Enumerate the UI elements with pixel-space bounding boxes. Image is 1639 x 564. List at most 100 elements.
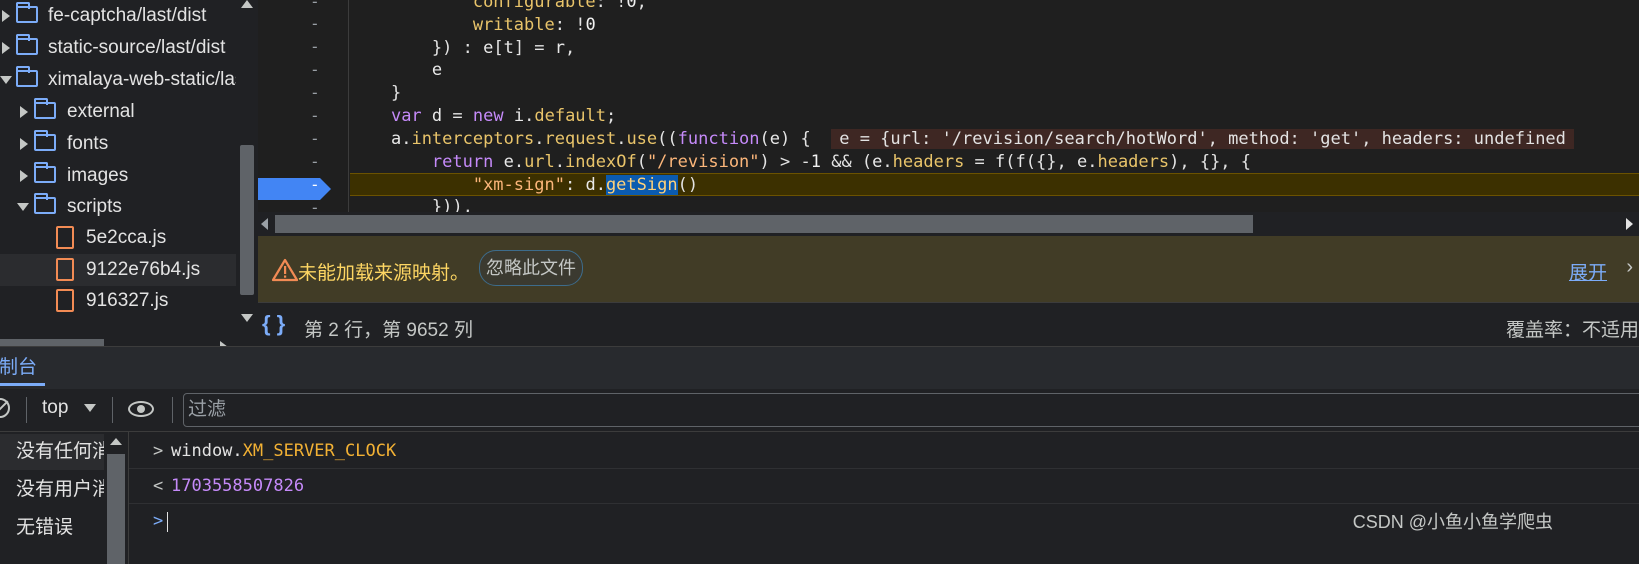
tree-item-images[interactable]: images xyxy=(0,160,236,192)
filter-input[interactable] xyxy=(183,393,1639,427)
folder-icon xyxy=(34,162,56,183)
tab-console[interactable]: 控制台 xyxy=(0,353,46,386)
scrollbar-thumb[interactable] xyxy=(275,215,1253,233)
code-line[interactable]: a.interceptors.request.use((function(e) … xyxy=(350,128,1639,151)
code-editor[interactable]: - - - - - - - - - - configurable: !0, wr… xyxy=(258,0,1639,222)
scroll-left-icon[interactable] xyxy=(261,218,268,230)
console-result-value: 1703558507826 xyxy=(171,476,305,496)
tree-item-label: 916327.js xyxy=(86,290,169,311)
scrollbar-thumb[interactable] xyxy=(240,145,254,295)
console-output[interactable]: > window.XM_SERVER_CLOCK < 1703558507826… xyxy=(129,432,1639,564)
sidebar-item-all-messages[interactable]: 没有任何消息 xyxy=(0,434,104,470)
tree-item-label: images xyxy=(67,165,129,186)
prompt-icon: > xyxy=(153,511,164,531)
live-expression-eye-icon[interactable] xyxy=(128,401,154,417)
warning-message: 未能加载来源映射。 xyxy=(298,263,470,284)
chevron-down-icon[interactable] xyxy=(17,203,29,211)
highlighted-call: getSign xyxy=(605,175,678,196)
tree-item-fonts[interactable]: fonts xyxy=(0,128,236,160)
folder-icon xyxy=(34,193,56,214)
ignore-file-button[interactable]: 忽略此文件 xyxy=(479,250,583,286)
chevron-down-icon[interactable] xyxy=(0,76,12,84)
sidebar-item-user-messages[interactable]: 没有用户消息 xyxy=(0,472,104,508)
tree-item-external[interactable]: external xyxy=(0,96,236,128)
code-line[interactable]: } xyxy=(350,82,1639,105)
folder-icon xyxy=(34,98,56,119)
expression-property: XM_SERVER_CLOCK xyxy=(242,441,397,461)
warning-icon xyxy=(272,258,298,282)
folder-icon xyxy=(16,66,38,87)
code-line-paused[interactable]: "xm-sign": d.getSign() xyxy=(350,173,1639,197)
tree-item-label: 5e2cca.js xyxy=(86,227,167,248)
tree-item-label: 9122e76b4.js xyxy=(86,259,201,280)
console-input-entry[interactable]: > window.XM_SERVER_CLOCK xyxy=(129,434,1639,469)
chevron-right-icon[interactable]: › xyxy=(1626,256,1633,279)
tree-item-label: ximalaya-web-static/last xyxy=(48,69,236,90)
toolbar-divider xyxy=(172,397,173,423)
folder-icon xyxy=(34,130,56,151)
file-icon xyxy=(56,289,74,312)
scroll-down-icon[interactable] xyxy=(241,314,253,322)
gutter-marker: - xyxy=(310,0,320,11)
chevron-right-icon[interactable] xyxy=(2,10,10,22)
chevron-right-icon[interactable] xyxy=(20,170,28,182)
toolbar-divider xyxy=(26,397,27,423)
code-line[interactable]: var d = new i.default; xyxy=(350,105,1639,128)
gutter-marker: - xyxy=(310,60,320,79)
console-result-entry[interactable]: < 1703558507826 xyxy=(129,469,1639,504)
sidebar-scrollbar[interactable] xyxy=(104,432,129,564)
code-horizontal-scrollbar[interactable] xyxy=(258,212,1639,236)
chevron-right-icon[interactable] xyxy=(2,42,10,54)
tree-item-label: static-source/last/dist xyxy=(48,37,226,58)
gutter-marker: - xyxy=(310,152,320,171)
tree-item-file-selected[interactable]: 9122e76b4.js xyxy=(0,254,236,286)
console-sidebar: 没有任何消息 没有用户消息 无错误 xyxy=(0,432,104,564)
text-caret xyxy=(167,512,168,532)
coverage-status: 覆盖率：不适用 xyxy=(1505,320,1639,341)
toolbar-divider xyxy=(112,397,113,423)
gutter-marker: - xyxy=(310,37,320,56)
drawer-tab-bar: 控制台 xyxy=(0,346,1639,390)
console-toolbar: top xyxy=(0,389,1639,432)
scroll-up-icon[interactable] xyxy=(241,0,253,8)
file-icon xyxy=(56,226,74,249)
console-expression: window.XM_SERVER_CLOCK xyxy=(171,434,396,468)
chevron-right-icon[interactable] xyxy=(20,138,28,150)
scroll-up-icon[interactable] xyxy=(110,438,122,445)
tree-vertical-scrollbar[interactable] xyxy=(236,0,258,336)
code-line[interactable]: e xyxy=(350,59,1639,82)
tree-item-fe-captcha[interactable]: fe-captcha/last/dist xyxy=(0,0,236,32)
tree-item-label: external xyxy=(67,101,135,122)
line-gutter[interactable]: - - - - - - - - - - xyxy=(258,0,349,222)
sidebar-item-errors[interactable]: 无错误 xyxy=(0,510,104,546)
tree-item-static-source[interactable]: static-source/last/dist xyxy=(0,32,236,64)
clear-console-icon[interactable] xyxy=(0,398,10,418)
folder-icon xyxy=(16,34,38,55)
scrollbar-thumb[interactable] xyxy=(107,454,125,564)
gutter-marker: - xyxy=(310,14,320,33)
expand-link[interactable]: 展开 xyxy=(1569,258,1607,285)
code-line[interactable]: return e.url.indexOf("/revision") > -1 &… xyxy=(350,151,1639,174)
cursor-position: 第 2 行，第 9652 列 xyxy=(304,320,473,341)
result-prompt-icon: < xyxy=(153,476,164,496)
context-selector[interactable]: top xyxy=(42,397,68,419)
scroll-right-icon[interactable] xyxy=(1626,218,1633,230)
source-map-warning-bar: 未能加载来源映射。 忽略此文件 展开 › xyxy=(258,236,1639,302)
gutter-marker: - xyxy=(310,83,320,102)
tree-item-file[interactable]: 916327.js xyxy=(0,285,236,317)
tree-item-label: fonts xyxy=(67,133,109,154)
code-line[interactable]: }) : e[t] = r, xyxy=(350,37,1639,60)
chevron-down-icon[interactable] xyxy=(84,404,96,412)
tree-item-scripts[interactable]: scripts xyxy=(0,191,236,223)
input-prompt-icon: > xyxy=(153,441,164,461)
code-line[interactable]: writable: !0 xyxy=(350,14,1639,37)
chevron-right-icon[interactable] xyxy=(20,106,28,118)
inline-variable-value: e = {url: '/revision/search/hotWord', me… xyxy=(831,128,1574,149)
gutter-marker: - xyxy=(310,175,320,194)
expression-object: window. xyxy=(171,441,243,461)
tree-item-label: scripts xyxy=(67,196,122,217)
tree-item-file[interactable]: 5e2cca.js xyxy=(0,222,236,254)
tree-item-ximalaya-web-static[interactable]: ximalaya-web-static/last xyxy=(0,64,236,96)
code-line[interactable]: configurable: !0, xyxy=(350,0,1639,14)
pretty-print-icon[interactable]: { } xyxy=(262,311,285,337)
